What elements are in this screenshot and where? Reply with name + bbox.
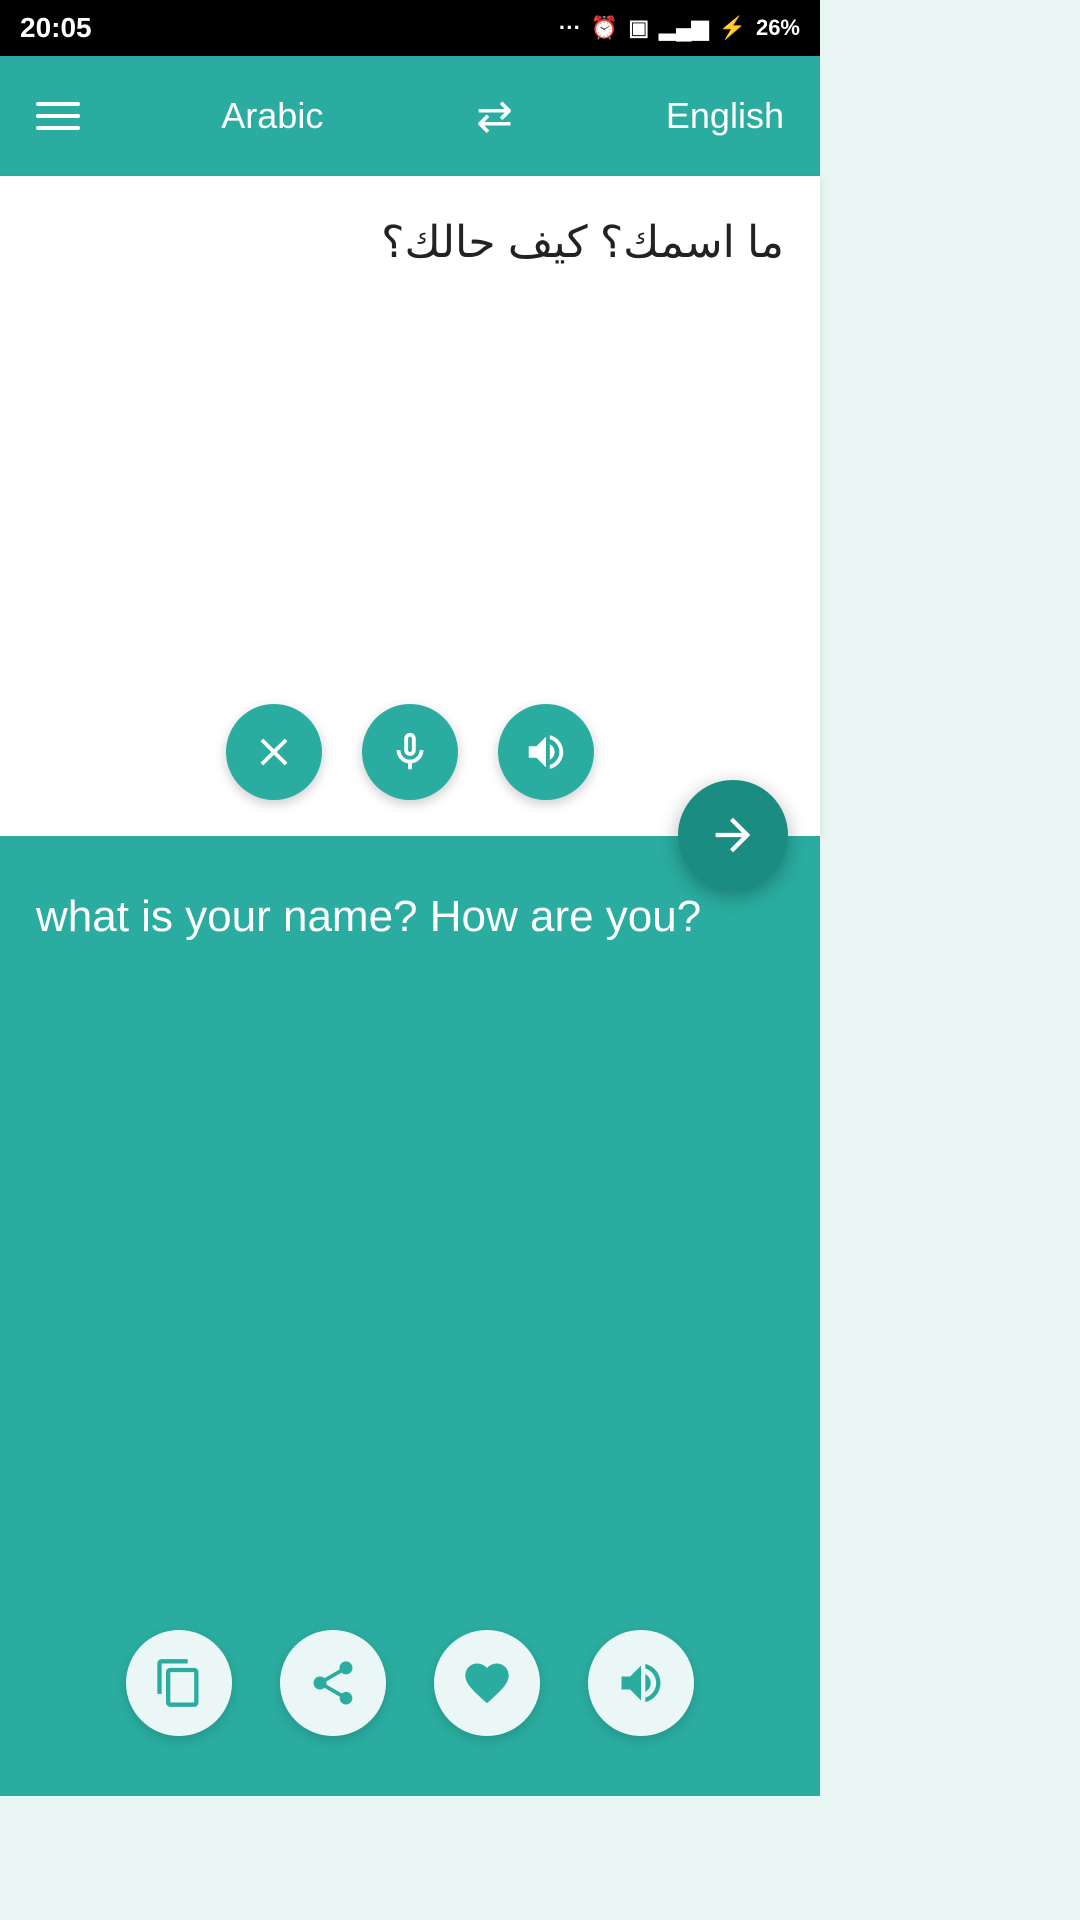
source-panel: ما اسمك؟ كيف حالك؟	[0, 176, 820, 836]
copy-button[interactable]	[126, 1630, 232, 1736]
source-text-input[interactable]: ما اسمك؟ كيف حالك؟	[36, 212, 784, 704]
sim-icon: ▣	[628, 15, 649, 41]
microphone-icon	[387, 729, 433, 775]
clear-icon	[251, 729, 297, 775]
menu-button[interactable]	[36, 102, 80, 130]
battery-level: 26%	[756, 15, 800, 41]
output-text: what is your name? How are you?	[36, 884, 784, 1590]
swap-languages-button[interactable]: ⇄	[465, 86, 525, 146]
heart-icon	[461, 1657, 513, 1709]
microphone-button[interactable]	[362, 704, 458, 800]
output-speaker-icon	[615, 1657, 667, 1709]
output-actions	[36, 1630, 784, 1760]
status-icons: ··· ⏰ ▣ ▂▄▆ ⚡ 26%	[559, 15, 800, 41]
toolbar: Arabic ⇄ English	[0, 56, 820, 176]
status-bar: 20:05 ··· ⏰ ▣ ▂▄▆ ⚡ 26%	[0, 0, 820, 56]
clear-button[interactable]	[226, 704, 322, 800]
target-language-selector[interactable]: English	[666, 95, 784, 137]
share-icon	[307, 1657, 359, 1709]
share-button[interactable]	[280, 1630, 386, 1736]
signal-icon: ▂▄▆	[659, 15, 708, 41]
translate-arrow-icon	[707, 809, 759, 861]
menu-line-2	[36, 114, 80, 118]
charging-icon: ⚡	[719, 15, 746, 41]
output-panel: what is your name? How are you?	[0, 836, 820, 1796]
menu-line-1	[36, 102, 80, 106]
source-language-selector[interactable]: Arabic	[221, 95, 323, 137]
output-speaker-button[interactable]	[588, 1630, 694, 1736]
alarm-icon: ⏰	[591, 15, 618, 41]
swap-icon: ⇄	[476, 91, 513, 142]
copy-icon	[153, 1657, 205, 1709]
source-speaker-button[interactable]	[498, 704, 594, 800]
status-time: 20:05	[20, 12, 92, 44]
translate-button[interactable]	[678, 780, 788, 890]
dots-icon: ···	[559, 15, 581, 41]
menu-line-3	[36, 126, 80, 130]
favorite-button[interactable]	[434, 1630, 540, 1736]
source-actions	[36, 704, 784, 812]
source-speaker-icon	[523, 729, 569, 775]
